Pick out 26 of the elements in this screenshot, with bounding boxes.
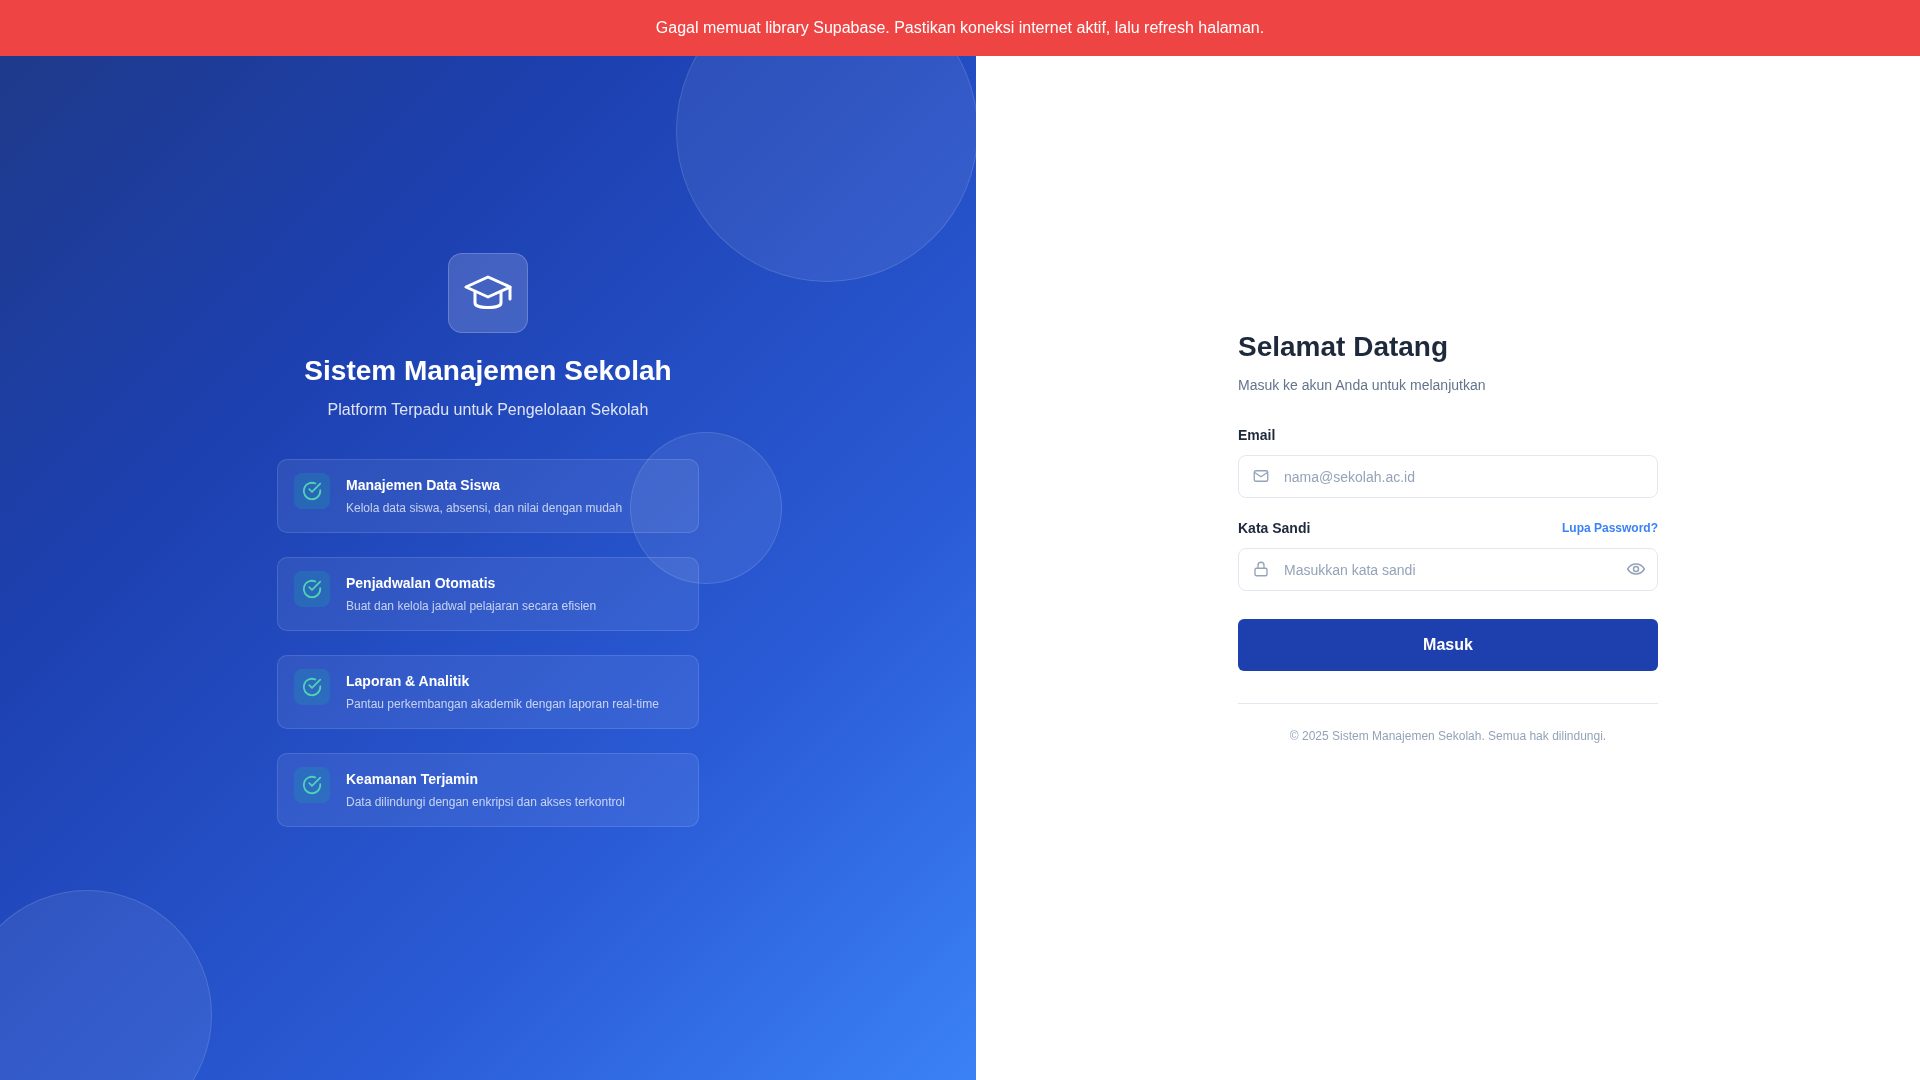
app-tagline: Platform Terpadu untuk Pengelolaan Sekolah [327,401,649,419]
feature-title: Laporan & Analitik [346,673,471,689]
feature-description: Kelola data siswa, absensi, dan nilai dengan mudah [346,501,623,515]
forgot-password-link[interactable]: Lupa Password? [1561,521,1658,535]
check-circle-icon [301,578,323,600]
email-field[interactable]: nama@sekolah.ac.id [1238,455,1658,498]
feature-description: Pantau perkembangan akademik dengan laporan real-time [346,697,659,711]
check-circle-icon [301,676,323,698]
feature-description: Buat dan kelola jadwal pelajaran secara efisien [346,599,597,613]
login-button[interactable]: Masuk [1238,619,1658,671]
lock-icon [1252,560,1270,578]
error-message: Gagal memuat library Supabase. Pastikan koneksi internet aktif, lalu refresh halaman. [655,19,1265,37]
password-field[interactable]: Masukkan kata sandi [1238,548,1658,591]
field-label: Kata Sandi [1238,520,1311,536]
field-label: Email [1238,427,1277,443]
feature-title: Penjadwalan Otomatis [346,575,497,591]
welcome-subtitle: Masuk ke akun Anda untuk melanjutkan [1238,377,1487,393]
feature-title: Manajemen Data Siswa [346,477,502,493]
feature-title: Keamanan Terjamin [346,771,479,787]
check-circle-icon [301,480,323,502]
feature-description: Data dilindungi dengan enkripsi dan akses terkontrol [346,795,625,809]
welcome-heading: Selamat Datang [1238,331,1450,363]
copyright-text: © 2025 Sistem Manajemen Sekolah. Semua hak dilindungi. [1288,729,1608,743]
mail-icon [1252,467,1270,485]
check-circle-icon [301,774,323,796]
app-title: Sistem Manajemen Sekolah [304,355,672,387]
